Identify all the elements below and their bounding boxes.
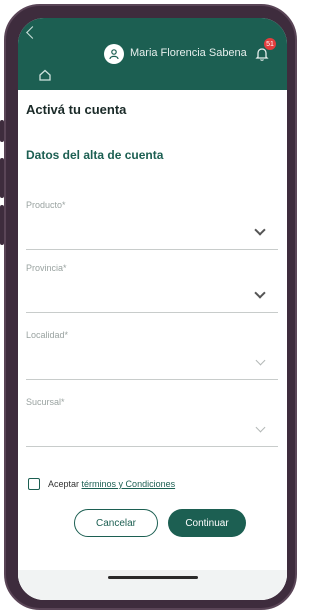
chevron-down-icon [254, 224, 266, 236]
section-title: Datos del alta de cuenta [26, 148, 164, 162]
terms-link[interactable]: términos y Condiciones [82, 479, 176, 489]
chevron-down-icon [255, 422, 266, 433]
terms-label: Aceptar términos y Condiciones [48, 479, 175, 489]
field-underline [26, 249, 278, 250]
cancel-button[interactable]: Cancelar [74, 509, 158, 537]
locality-label: Localidad* [26, 330, 69, 340]
screen: Maria Florencia Sabena 51 Activá tu cuen… [18, 18, 287, 600]
locality-select[interactable]: Localidad* [26, 330, 278, 380]
app-header: Maria Florencia Sabena 51 [18, 18, 287, 90]
product-label: Producto* [26, 200, 66, 210]
field-underline [26, 312, 278, 313]
phone-frame: Maria Florencia Sabena 51 Activá tu cuen… [4, 4, 297, 610]
field-underline [26, 446, 278, 447]
home-icon[interactable] [38, 68, 52, 82]
back-icon[interactable] [26, 26, 39, 39]
province-label: Provincia* [26, 263, 67, 273]
user-icon [109, 49, 119, 60]
terms-checkbox[interactable] [28, 478, 40, 490]
province-select[interactable]: Provincia* [26, 263, 278, 313]
field-underline [26, 379, 278, 380]
notification-badge: 51 [264, 38, 276, 50]
avatar[interactable] [104, 44, 124, 64]
product-select[interactable]: Producto* [26, 200, 278, 250]
terms-row: Aceptar términos y Condiciones [28, 478, 175, 490]
continue-button[interactable]: Continuar [168, 509, 246, 537]
branch-label: Sucursal* [26, 397, 65, 407]
home-indicator [108, 576, 198, 579]
chevron-down-icon [255, 355, 266, 366]
user-name[interactable]: Maria Florencia Sabena [130, 47, 247, 59]
chevron-down-icon [254, 287, 266, 299]
terms-prefix: Aceptar [48, 479, 80, 489]
bottom-bar [18, 570, 287, 600]
main-content: Activá tu cuenta Datos del alta de cuent… [18, 90, 287, 600]
page-title: Activá tu cuenta [26, 102, 127, 117]
branch-select[interactable]: Sucursal* [26, 397, 278, 447]
